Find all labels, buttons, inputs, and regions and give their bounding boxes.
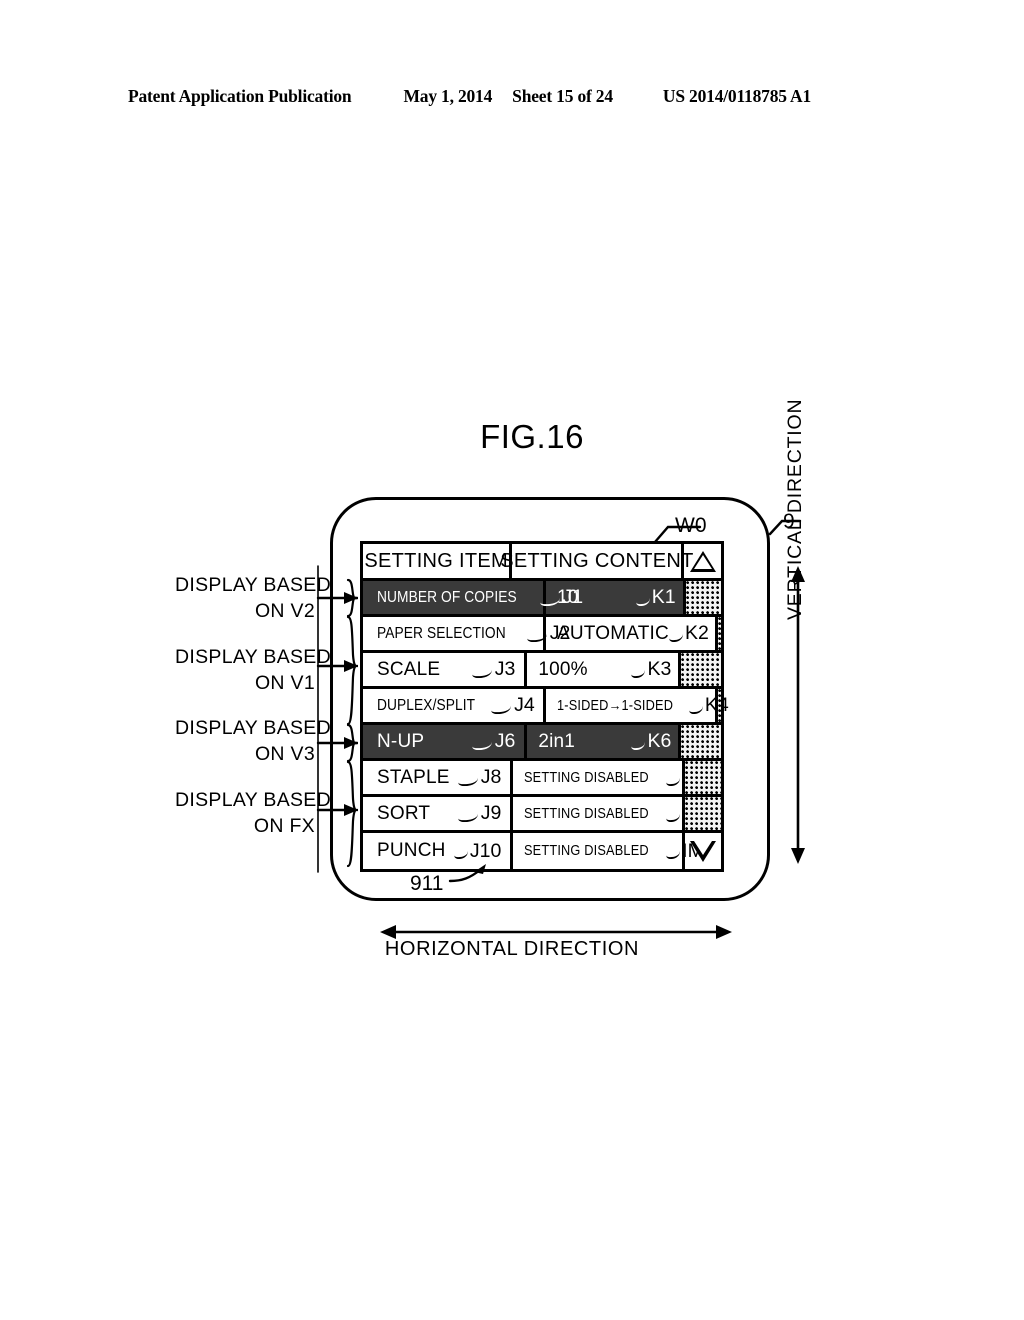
header-cell-setting-item: SETTING ITEM [363, 544, 513, 578]
table-reference-label: 911 [410, 872, 444, 895]
row-content-label: SETTING DISABLED [524, 805, 650, 822]
table-row[interactable]: STAPLE J8 SETTING DISABLED IM [363, 761, 721, 797]
annotation-v3-line1: DISPLAY BASED [175, 717, 331, 739]
row-item-reference: J6 [472, 730, 516, 753]
row-content-reference: K6 [631, 730, 671, 753]
row-item-reference: J3 [472, 658, 516, 681]
row-item-label: STAPLE [377, 766, 450, 788]
row-content-cell[interactable]: 10 K1 [546, 581, 686, 614]
horizontal-arrow-head-left [380, 925, 396, 939]
header-label-setting-content: SETTING CONTENT [500, 549, 694, 572]
table-row[interactable]: DUPLEX/SPLIT J4 1-SIDED→1-SIDED K4 [363, 689, 729, 725]
vertical-arrow-head-bottom [791, 848, 805, 864]
annotation-fx: DISPLAY BASED ON FX [175, 787, 331, 839]
table-row[interactable]: SCALE J3 100% K3 [363, 653, 721, 689]
row-content-reference: K1 [636, 586, 676, 609]
annotation-v2-line1: DISPLAY BASED [175, 574, 331, 596]
row-item-cell[interactable]: PAPER SELECTION J2 [363, 617, 570, 650]
row-item-label: PAPER SELECTION [377, 624, 506, 642]
table-row[interactable]: PAPER SELECTION J2 AUTOMATIC K2 [363, 617, 721, 653]
row-content-reference: K2 [669, 622, 709, 645]
row-item-reference: J8 [458, 766, 502, 789]
row-item-cell[interactable]: SORT J9 [363, 797, 514, 830]
scrollbar-track-segment[interactable] [681, 653, 721, 686]
settings-table: SETTING ITEM SETTING CONTENT NUMBER OF C… [360, 541, 729, 872]
scroll-up-button[interactable] [684, 544, 721, 578]
row-content-label: 1-SIDED→1-SIDED [557, 697, 674, 714]
table-row[interactable]: NUMBER OF COPIES J1 10 K1 [363, 581, 721, 617]
row-item-cell[interactable]: N-UP J6 [363, 725, 528, 758]
table-row[interactable]: PUNCH J10 SETTING DISABLED IM [363, 833, 721, 869]
row-content-label: SETTING DISABLED [524, 769, 650, 786]
row-content-cell[interactable]: SETTING DISABLED IM [513, 833, 704, 869]
scrollbar-track-segment[interactable] [685, 761, 721, 794]
table-row[interactable]: SORT J9 SETTING DISABLED IM [363, 797, 721, 833]
vertical-direction-label: VERTICAL DIRECTION [784, 398, 806, 620]
header-cell-setting-content: SETTING CONTENT [500, 544, 693, 578]
row-item-reference: J4 [491, 694, 535, 717]
row-item-cell[interactable]: DUPLEX/SPLIT J4 [363, 689, 546, 722]
row-content-cell[interactable]: SETTING DISABLED IM [513, 761, 704, 794]
horizontal-direction-label: HORIZONTAL DIRECTION [384, 938, 640, 960]
row-content-reference: K4 [689, 694, 729, 717]
row-item-cell[interactable]: SCALE J3 [363, 653, 528, 686]
row-item-label: N-UP [377, 730, 425, 752]
row-content-label: AUTOMATIC [557, 622, 669, 644]
header-label-setting-item: SETTING ITEM [364, 549, 508, 572]
table-row[interactable]: N-UP J6 2in1 K6 [363, 725, 721, 761]
row-item-cell[interactable]: PUNCH J10 [363, 833, 514, 869]
row-content-reference: K3 [631, 658, 671, 681]
row-item-cell[interactable]: STAPLE J8 [363, 761, 514, 794]
row-content-label: 10 [557, 586, 579, 608]
annotation-v3: DISPLAY BASED ON V3 [175, 715, 331, 767]
row-item-label: SCALE [377, 658, 441, 680]
scroll-down-triangle-icon [690, 840, 717, 862]
row-item-cell[interactable]: NUMBER OF COPIES J1 [363, 581, 583, 614]
scrollbar-track-segment[interactable] [718, 617, 721, 650]
row-item-label: PUNCH [377, 840, 446, 861]
row-content-cell[interactable]: AUTOMATIC K2 [546, 617, 718, 650]
annotation-v1-line1: DISPLAY BASED [175, 646, 331, 668]
row-content-label: 2in1 [538, 730, 576, 752]
row-content-cell[interactable]: 100% K3 [527, 653, 682, 686]
row-item-reference: J10 [454, 840, 501, 863]
row-content-cell[interactable]: 1-SIDED→1-SIDED K4 [546, 689, 729, 722]
window-reference-label: W0 [675, 514, 707, 537]
annotation-v1-line2: ON V1 [254, 672, 315, 694]
scrollbar-track-segment[interactable] [685, 797, 721, 830]
annotation-v1: DISPLAY BASED ON V1 [175, 644, 331, 696]
annotation-fx-line2: ON FX [253, 815, 315, 837]
figure-16: W0 9 911 SETTING ITEM SETTING CONTENT NU… [0, 0, 1024, 1320]
horizontal-arrow-head-right [716, 925, 732, 939]
annotation-v2-line2: ON V2 [254, 600, 315, 622]
scroll-down-button[interactable] [685, 833, 721, 869]
annotation-v3-line2: ON V3 [254, 743, 315, 765]
scrollbar-track-segment[interactable] [685, 581, 721, 614]
row-item-label: DUPLEX/SPLIT [377, 696, 476, 714]
row-item-label: SORT [377, 802, 431, 824]
table-header-row: SETTING ITEM SETTING CONTENT [363, 544, 721, 581]
scroll-up-triangle-icon [689, 550, 716, 572]
row-item-reference: J9 [458, 802, 502, 825]
row-content-cell[interactable]: 2in1 K6 [527, 725, 682, 758]
annotation-fx-line1: DISPLAY BASED [175, 789, 331, 811]
scrollbar-track-segment[interactable] [718, 689, 721, 722]
annotation-v2: DISPLAY BASED ON V2 [175, 572, 331, 624]
scrollbar-track-segment[interactable] [681, 725, 721, 758]
row-item-label: NUMBER OF COPIES [377, 588, 517, 606]
row-content-label: 100% [538, 658, 588, 680]
row-content-label: SETTING DISABLED [524, 843, 650, 859]
row-content-cell[interactable]: SETTING DISABLED IM [513, 797, 704, 830]
